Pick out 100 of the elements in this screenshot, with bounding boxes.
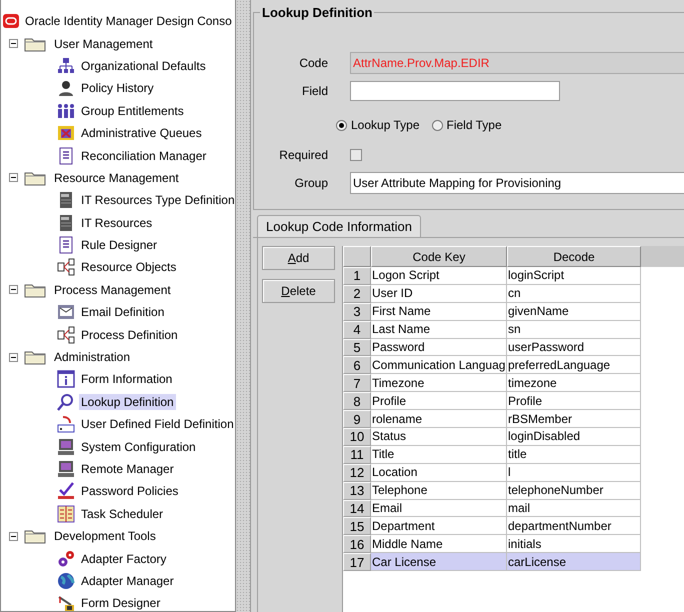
tree-item[interactable]: Form Designer: [79, 595, 162, 611]
table-cell: l: [507, 464, 641, 482]
person-icon: [57, 79, 75, 98]
tree-item[interactable]: Form Information: [79, 371, 174, 388]
tree-item[interactable]: Development Tools: [52, 528, 158, 544]
column-header[interactable]: Code Key: [371, 246, 507, 267]
row-number: 16: [343, 535, 371, 554]
table-cell: First Name: [371, 302, 507, 321]
checkbox[interactable]: [350, 149, 362, 161]
tree-item[interactable]: Policy History: [79, 80, 156, 96]
table-cell: departmentNumber: [507, 517, 641, 536]
gears-icon: [57, 550, 75, 568]
field-arrow-icon: [57, 415, 75, 434]
server-icon: [57, 214, 75, 232]
table-cell: Status: [371, 428, 507, 446]
row-number: 8: [343, 392, 371, 410]
document-icon: [57, 236, 75, 254]
column-header[interactable]: Decode: [507, 246, 641, 267]
org-chart-icon: [57, 56, 75, 75]
tree-item[interactable]: Password Policies: [79, 483, 180, 500]
field-label: Group: [294, 176, 329, 190]
tree-item[interactable]: Group Entitlements: [79, 102, 186, 119]
tree-item[interactable]: Resource Management: [52, 170, 181, 186]
tree-item[interactable]: IT Resources: [79, 214, 154, 231]
row-number: 4: [343, 320, 371, 339]
tree-item[interactable]: User Defined Field Definition: [79, 416, 235, 432]
tree-item[interactable]: Adapter Manager: [79, 572, 176, 589]
tree-item[interactable]: Remote Manager: [79, 461, 176, 477]
row-number: 14: [343, 500, 371, 518]
table-cell: loginDisabled: [507, 428, 641, 446]
action-button[interactable]: Add: [262, 246, 335, 270]
info-form-icon: [57, 370, 75, 388]
row-number: 17: [343, 553, 371, 572]
table-cell: Last Name: [371, 320, 507, 339]
collapse-toggle-icon[interactable]: [9, 285, 18, 294]
table-cell: cn: [507, 284, 641, 303]
table-cell: rBSMember: [507, 410, 641, 428]
collapse-toggle-icon[interactable]: [9, 532, 18, 541]
row-number: 10: [343, 428, 371, 446]
row-number: 3: [343, 302, 371, 321]
table-cell: loginScript: [507, 267, 641, 285]
table-cell: Communication Languag: [371, 356, 507, 374]
tree-item[interactable]: Organizational Defaults: [79, 58, 208, 74]
table-cell: User ID: [371, 284, 507, 303]
tree-item[interactable]: Lookup Definition: [79, 394, 176, 410]
table-cell: givenName: [507, 302, 641, 321]
table-cell: Logon Script: [371, 267, 507, 285]
radio-button[interactable]: [432, 120, 443, 130]
table-cell: preferredLanguage: [507, 356, 641, 374]
row-number: 12: [343, 464, 371, 482]
tree-item[interactable]: Reconciliation Manager: [79, 148, 208, 164]
table-cell: userPassword: [507, 338, 641, 356]
row-number: 9: [343, 410, 371, 428]
people-icon: [57, 102, 75, 120]
radio-button[interactable]: [336, 120, 347, 130]
input-field[interactable]: User Attribute Mapping for Provisioning: [350, 172, 684, 194]
table-cell: Email: [371, 500, 507, 518]
tree-item[interactable]: Rule Designer: [79, 237, 160, 254]
collapse-toggle-icon[interactable]: [9, 173, 18, 182]
table-cell: Department: [371, 517, 507, 536]
tree-item[interactable]: Process Management: [52, 282, 173, 298]
tree-item[interactable]: Administration: [52, 349, 132, 366]
app-title: Oracle Identity Manager Design Conso: [24, 13, 233, 30]
field-label: Required: [278, 148, 329, 162]
computer-icon: [57, 460, 75, 478]
tree-item[interactable]: Adapter Factory: [79, 550, 168, 567]
tree-item[interactable]: Resource Objects: [79, 259, 178, 276]
computer-icon: [57, 438, 75, 456]
tree-item[interactable]: Task Scheduler: [79, 506, 166, 522]
globe-icon: [57, 572, 75, 590]
table-cell: Car License: [371, 553, 507, 572]
folder-icon: [24, 528, 46, 544]
tree-item[interactable]: Process Definition: [79, 326, 180, 343]
collapse-toggle-icon[interactable]: [9, 352, 18, 362]
table-cell: Profile: [507, 392, 641, 410]
tab[interactable]: Lookup Code Information: [257, 215, 421, 237]
folder-icon: [24, 36, 46, 52]
table-cell: timezone: [507, 374, 641, 392]
envelope-icon: [57, 303, 75, 322]
tree-item[interactable]: System Configuration: [79, 438, 198, 455]
radio-label: Field Type: [446, 118, 502, 132]
table-cell: Telephone: [371, 482, 507, 500]
tree-item[interactable]: Administrative Queues: [79, 125, 204, 142]
tree-item[interactable]: User Management: [52, 36, 155, 52]
table-cell: Timezone: [371, 374, 507, 392]
tree-item[interactable]: IT Resources Type Definition: [79, 192, 235, 208]
tree-item[interactable]: Email Definition: [79, 304, 166, 320]
folder-icon: [24, 170, 46, 186]
queue-icon: [57, 124, 75, 142]
action-button[interactable]: Delete: [262, 279, 335, 303]
row-number: 2: [343, 284, 371, 303]
server-icon: [57, 191, 75, 210]
row-number: 11: [343, 446, 371, 464]
collapse-toggle-icon[interactable]: [9, 39, 18, 48]
row-number: 5: [343, 338, 371, 356]
row-number: 13: [343, 482, 371, 500]
table-cell: carLicense: [507, 553, 641, 572]
table-cell: mail: [507, 500, 641, 518]
input-field[interactable]: [350, 81, 560, 101]
table-cell: Title: [371, 446, 507, 464]
